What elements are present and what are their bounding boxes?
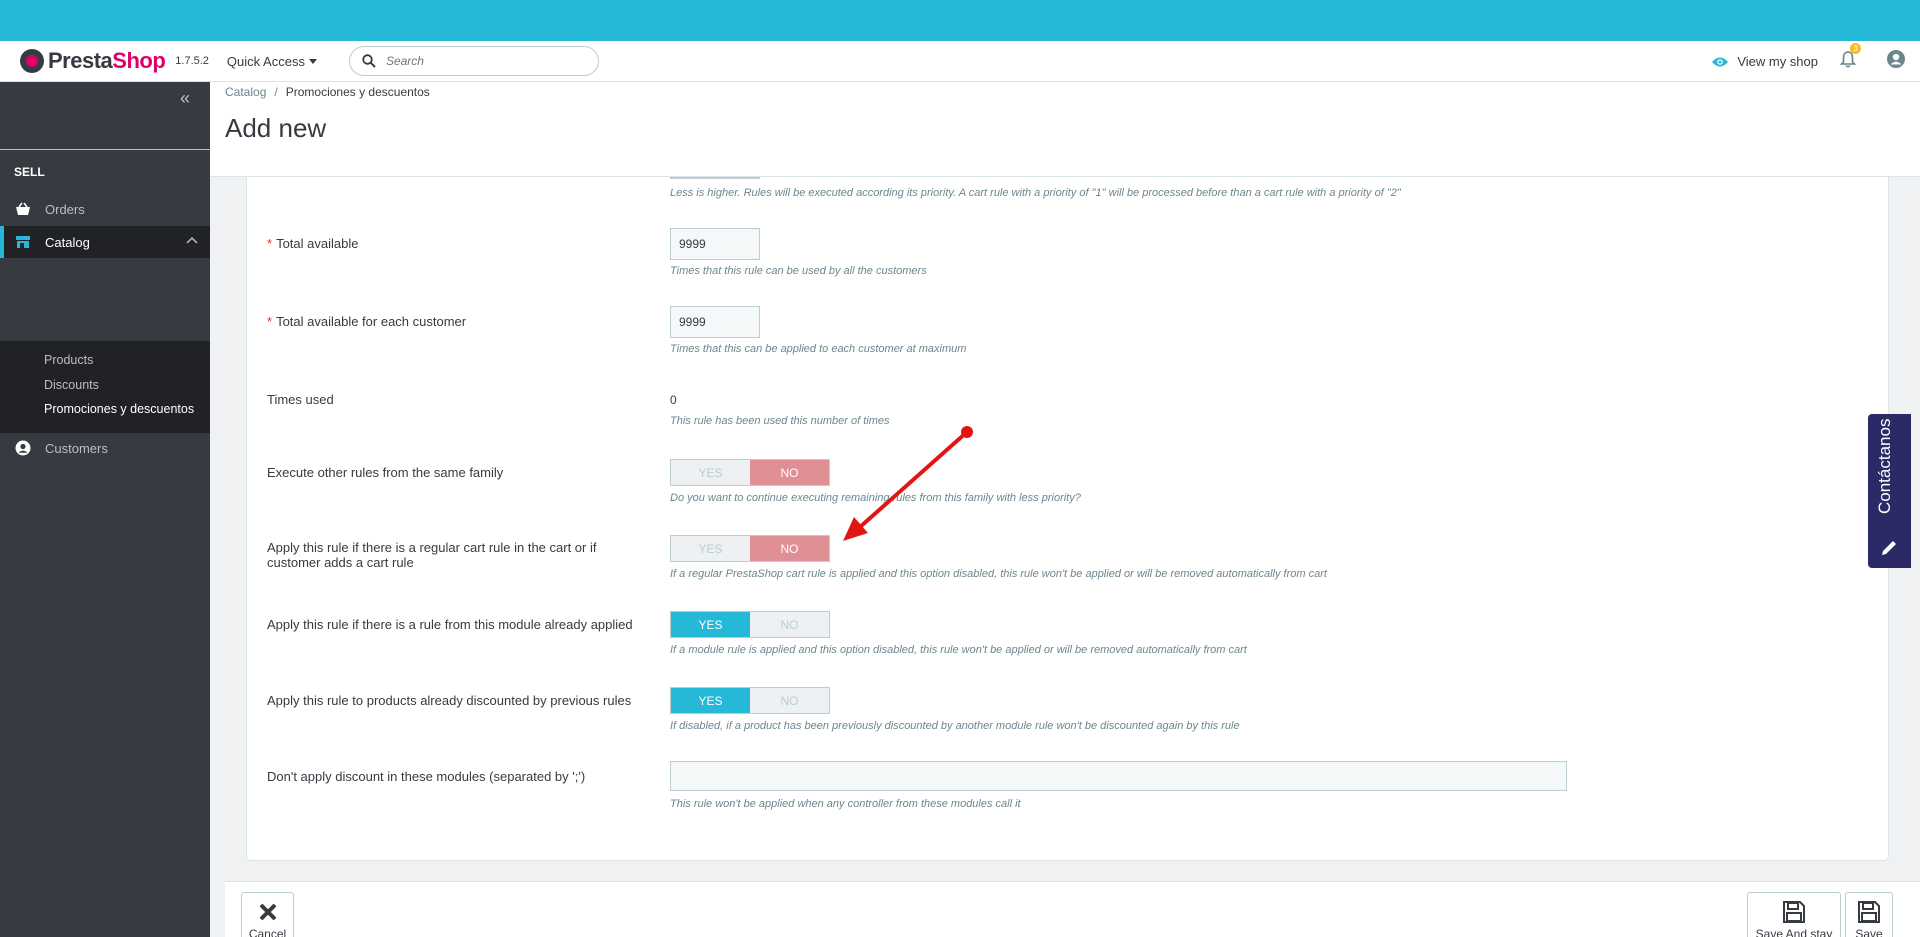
cancel-button[interactable]: Cancel xyxy=(241,892,294,937)
sidebar-section-title: SELL xyxy=(14,165,45,179)
top-color-band xyxy=(0,0,1920,41)
submenu-item-promociones[interactable]: Promociones y descuentos xyxy=(44,402,194,416)
switch-yes[interactable]: YES xyxy=(671,536,750,561)
apply-module-label: Apply this rule if there is a rule from … xyxy=(267,617,633,632)
switch-yes[interactable]: YES xyxy=(671,688,750,713)
modules-help: This rule won't be applied when any cont… xyxy=(670,798,1021,810)
page-header: Catalog / Promociones y descuentos Add new xyxy=(210,82,1920,177)
sidebar-item-label: Catalog xyxy=(45,234,90,250)
eye-icon xyxy=(1712,57,1729,66)
breadcrumb-current: Promociones y descuentos xyxy=(285,85,430,99)
total-per-customer-label: * Total available for each customer xyxy=(267,314,467,329)
execute-other-switch[interactable]: YES NO xyxy=(670,459,830,486)
apply-module-help: If a module rule is applied and this opt… xyxy=(670,644,1247,656)
search-box[interactable] xyxy=(348,46,599,76)
notifications-button[interactable]: 3 xyxy=(1839,42,1861,73)
catalog-submenu: Products Discounts Promociones y descuen… xyxy=(0,341,210,433)
sidebar-divider xyxy=(0,149,210,150)
sidebar: « SELL Orders Catalog Products Discounts… xyxy=(0,82,210,937)
form-panel: Less is higher. Rules will be executed a… xyxy=(246,177,1889,861)
floppy-disk-icon xyxy=(1856,899,1882,925)
switch-yes[interactable]: YES xyxy=(671,460,750,485)
total-available-help: Times that this rule can be used by all … xyxy=(670,265,927,277)
execute-other-label: Execute other rules from the same family xyxy=(267,465,504,480)
total-available-label: * Total available xyxy=(267,236,359,251)
pencil-icon xyxy=(1882,541,1896,555)
total-available-input[interactable]: 9999 xyxy=(670,228,760,260)
apply-discounted-help: If disabled, if a product has been previ… xyxy=(670,720,1240,732)
apply-regular-help: If a regular PrestaShop cart rule is app… xyxy=(670,568,1327,580)
basket-icon xyxy=(15,201,31,217)
submenu-item-products[interactable]: Products xyxy=(44,353,93,367)
sidebar-item-label: Orders xyxy=(45,201,85,217)
switch-no[interactable]: NO xyxy=(750,460,829,485)
modules-label: Don't apply discount in these modules (s… xyxy=(267,769,586,784)
save-and-stay-label: Save And stay xyxy=(1755,927,1833,937)
logo[interactable]: PrestaShop xyxy=(20,48,166,74)
account-circle-icon xyxy=(15,440,31,456)
search-input[interactable] xyxy=(385,54,576,68)
apply-regular-label: Apply this rule if there is a regular ca… xyxy=(267,540,597,570)
contact-tab[interactable]: Contáctanos xyxy=(1868,414,1911,568)
breadcrumb: Catalog / Promociones y descuentos xyxy=(225,85,430,99)
form-footer: Cancel Save And stay Save xyxy=(225,881,1920,937)
cancel-label: Cancel xyxy=(248,927,287,937)
times-used-label: Times used xyxy=(267,392,334,407)
user-account-button[interactable] xyxy=(1886,49,1906,74)
contact-tab-label: Contáctanos xyxy=(1875,418,1894,514)
floppy-disk-icon xyxy=(1781,899,1807,925)
account-circle-icon xyxy=(1887,50,1905,68)
required-mark: * xyxy=(267,236,273,251)
switch-yes[interactable]: YES xyxy=(671,612,750,637)
switch-no[interactable]: NO xyxy=(750,612,829,637)
quick-access-label: Quick Access xyxy=(226,53,305,69)
brand-name: PrestaShop xyxy=(48,48,166,73)
chevron-up-icon xyxy=(186,236,198,244)
version-label: 1.7.5.2 xyxy=(175,55,209,67)
save-and-stay-button[interactable]: Save And stay xyxy=(1747,892,1841,937)
close-icon xyxy=(255,899,281,925)
apply-discounted-switch[interactable]: YES NO xyxy=(670,687,830,714)
quick-access-dropdown[interactable]: Quick Access xyxy=(227,54,317,69)
total-per-customer-help: Times that this can be applied to each c… xyxy=(670,343,967,355)
sidebar-item-catalog[interactable]: Catalog xyxy=(0,226,210,258)
breadcrumb-link-catalog[interactable]: Catalog xyxy=(225,85,266,99)
collapse-sidebar-icon[interactable]: « xyxy=(180,88,190,109)
sidebar-item-orders[interactable]: Orders xyxy=(0,193,210,225)
required-mark: * xyxy=(267,314,273,329)
caret-down-icon xyxy=(308,58,317,64)
modules-input[interactable] xyxy=(670,761,1567,791)
sidebar-item-customers[interactable]: Customers xyxy=(0,432,210,464)
header-bar: PrestaShop 1.7.5.2 Quick Access View my … xyxy=(0,41,1920,82)
sidebar-item-label: Customers xyxy=(45,440,108,456)
save-label: Save xyxy=(1855,927,1883,937)
view-my-shop-link[interactable]: View my shop xyxy=(1711,54,1818,69)
times-used-value: 0 xyxy=(670,393,677,407)
prestashop-logo-icon xyxy=(20,49,44,73)
search-icon xyxy=(362,54,376,68)
priority-help: Less is higher. Rules will be executed a… xyxy=(670,187,1401,199)
apply-discounted-label: Apply this rule to products already disc… xyxy=(267,693,632,708)
view-my-shop-label: View my shop xyxy=(1737,54,1818,69)
save-button[interactable]: Save xyxy=(1845,892,1893,937)
total-per-customer-input[interactable]: 9999 xyxy=(670,306,760,338)
priority-input-edge xyxy=(670,177,760,179)
apply-regular-switch[interactable]: YES NO xyxy=(670,535,830,562)
page-title: Add new xyxy=(225,113,327,143)
store-icon xyxy=(15,234,31,250)
notification-badge: 3 xyxy=(1850,42,1861,54)
apply-module-switch[interactable]: YES NO xyxy=(670,611,830,638)
switch-no[interactable]: NO xyxy=(750,536,829,561)
switch-no[interactable]: NO xyxy=(750,688,829,713)
times-used-help: This rule has been used this number of t… xyxy=(670,415,890,427)
execute-other-help: Do you want to continue executing remain… xyxy=(670,492,1081,504)
submenu-item-discounts[interactable]: Discounts xyxy=(44,378,99,392)
